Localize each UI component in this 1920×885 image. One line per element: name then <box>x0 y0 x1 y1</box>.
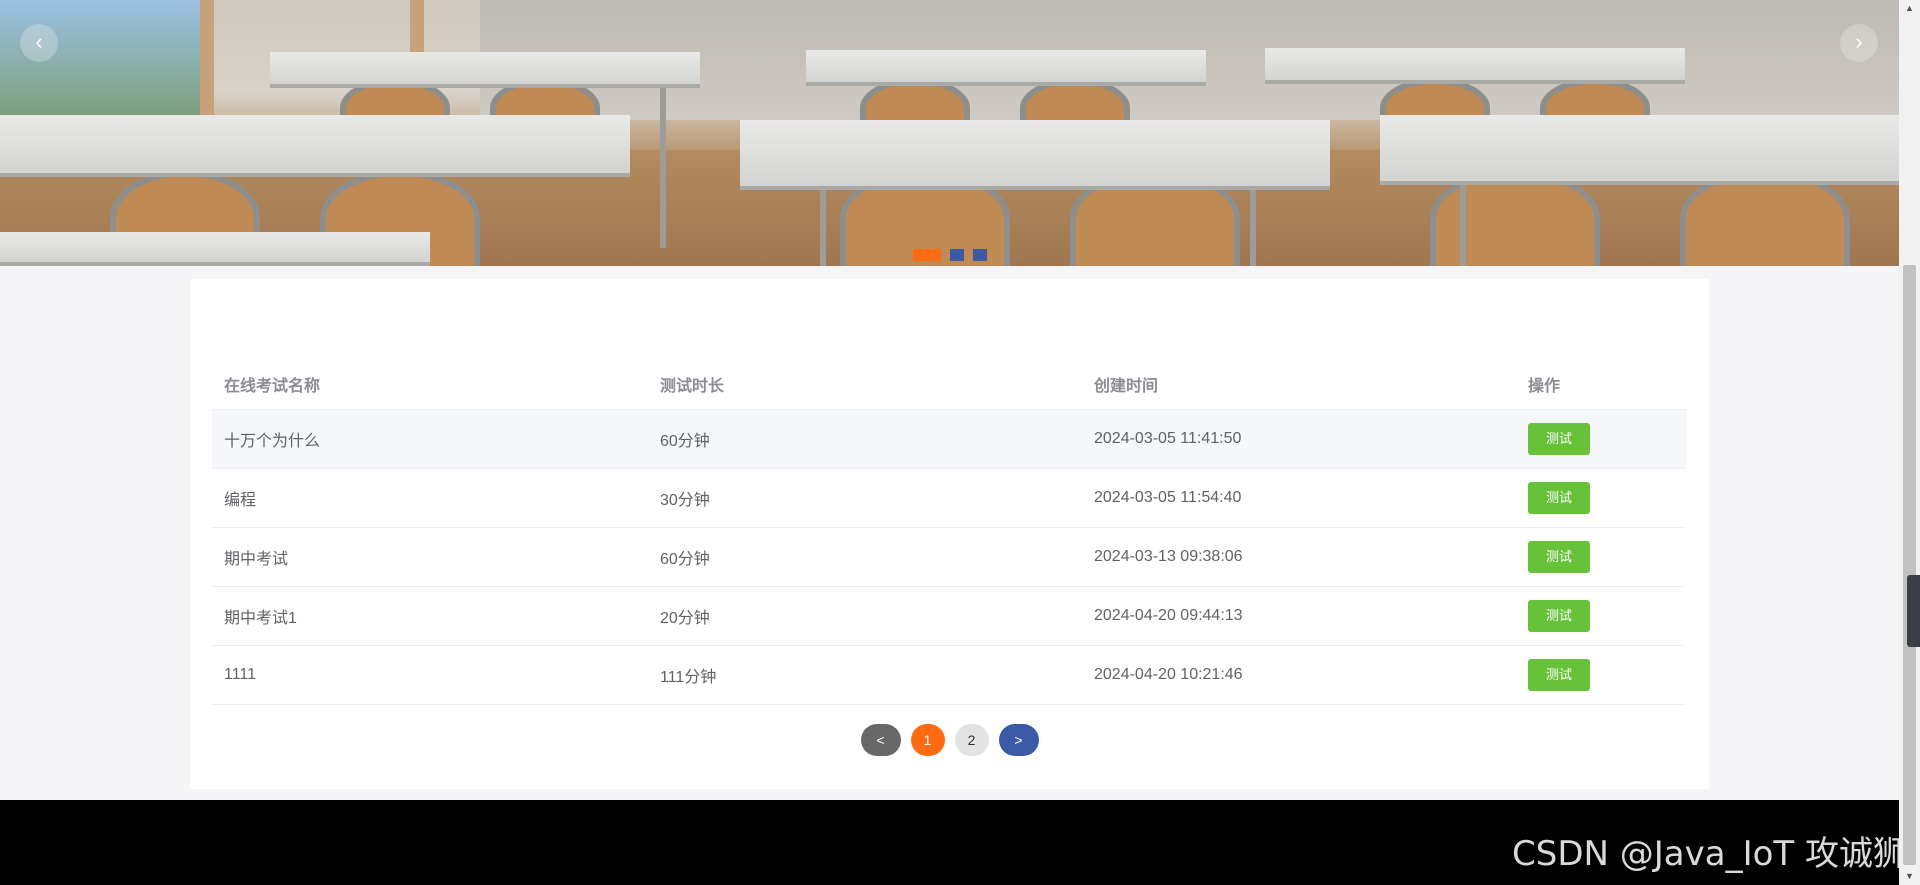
scroll-thumb[interactable] <box>1903 265 1916 865</box>
header-duration: 测试时长 <box>660 377 725 395</box>
exam-duration: 30分钟 <box>648 467 1082 527</box>
header-action: 操作 <box>1528 377 1561 395</box>
exam-name: 1111 <box>212 644 648 705</box>
header-exam-name: 在线考试名称 <box>224 377 321 395</box>
exam-created: 2024-04-20 10:21:46 <box>1082 644 1516 705</box>
exam-created: 2024-03-05 11:54:40 <box>1082 467 1516 527</box>
exam-name: 期中考试1 <box>212 585 648 645</box>
scroll-down-icon[interactable]: ▼ <box>1899 868 1920 885</box>
carousel-dot-3[interactable] <box>973 249 987 261</box>
carousel-next-button[interactable]: › <box>1840 24 1878 62</box>
carousel-indicators <box>913 249 987 261</box>
page-scrollbar[interactable]: ▲ ▼ <box>1899 0 1920 885</box>
exam-duration: 20分钟 <box>648 585 1082 645</box>
test-button[interactable]: 测试 <box>1528 658 1590 691</box>
carousel-prev-button[interactable]: ‹ <box>20 24 58 62</box>
table-row: 编程 30分钟 2024-03-05 11:54:40 测试 <box>212 467 1686 527</box>
exam-name: 期中考试 <box>212 526 648 586</box>
exam-name: 编程 <box>212 467 648 527</box>
pagination-page-2[interactable]: 2 <box>954 724 989 756</box>
pagination-page-1[interactable]: 1 <box>910 724 945 756</box>
exam-duration: 111分钟 <box>648 644 1082 705</box>
header-created-time: 创建时间 <box>1094 377 1159 395</box>
pagination: < 1 2 > <box>190 724 1709 756</box>
table-row: 十万个为什么 60分钟 2024-03-05 11:41:50 测试 <box>212 408 1686 468</box>
banner-carousel: ‹ › <box>0 0 1899 266</box>
table-row: 期中考试 60分钟 2024-03-13 09:38:06 测试 <box>212 526 1686 586</box>
exam-created: 2024-03-13 09:38:06 <box>1082 526 1516 586</box>
pagination-prev-button[interactable]: < <box>860 724 901 756</box>
scroll-up-icon[interactable]: ▲ <box>1899 0 1920 17</box>
csdn-watermark: CSDN @Java_IoT 攻诚狮 <box>1512 834 1907 874</box>
side-float-widget[interactable] <box>1907 575 1920 647</box>
carousel-dot-1[interactable] <box>913 249 941 261</box>
table-row: 期中考试1 20分钟 2024-04-20 09:44:13 测试 <box>212 585 1686 645</box>
exam-created: 2024-04-20 09:44:13 <box>1082 585 1516 645</box>
test-button[interactable]: 测试 <box>1528 599 1590 632</box>
test-button[interactable]: 测试 <box>1528 540 1590 573</box>
test-button[interactable]: 测试 <box>1528 422 1590 455</box>
exam-duration: 60分钟 <box>648 408 1082 468</box>
pagination-next-button[interactable]: > <box>998 724 1039 756</box>
exam-list-card: 在线考试名称 测试时长 创建时间 操作 十万个为什么 60分钟 2024-03-… <box>190 279 1709 789</box>
carousel-dot-2[interactable] <box>950 249 964 261</box>
table-header-row: 在线考试名称 测试时长 创建时间 操作 <box>212 359 1686 409</box>
exam-created: 2024-03-05 11:41:50 <box>1082 408 1516 468</box>
exam-name: 十万个为什么 <box>212 408 648 468</box>
exam-table: 在线考试名称 测试时长 创建时间 操作 十万个为什么 60分钟 2024-03-… <box>212 359 1686 705</box>
exam-duration: 60分钟 <box>648 526 1082 586</box>
test-button[interactable]: 测试 <box>1528 481 1590 514</box>
table-row: 1111 111分钟 2024-04-20 10:21:46 测试 <box>212 644 1686 705</box>
